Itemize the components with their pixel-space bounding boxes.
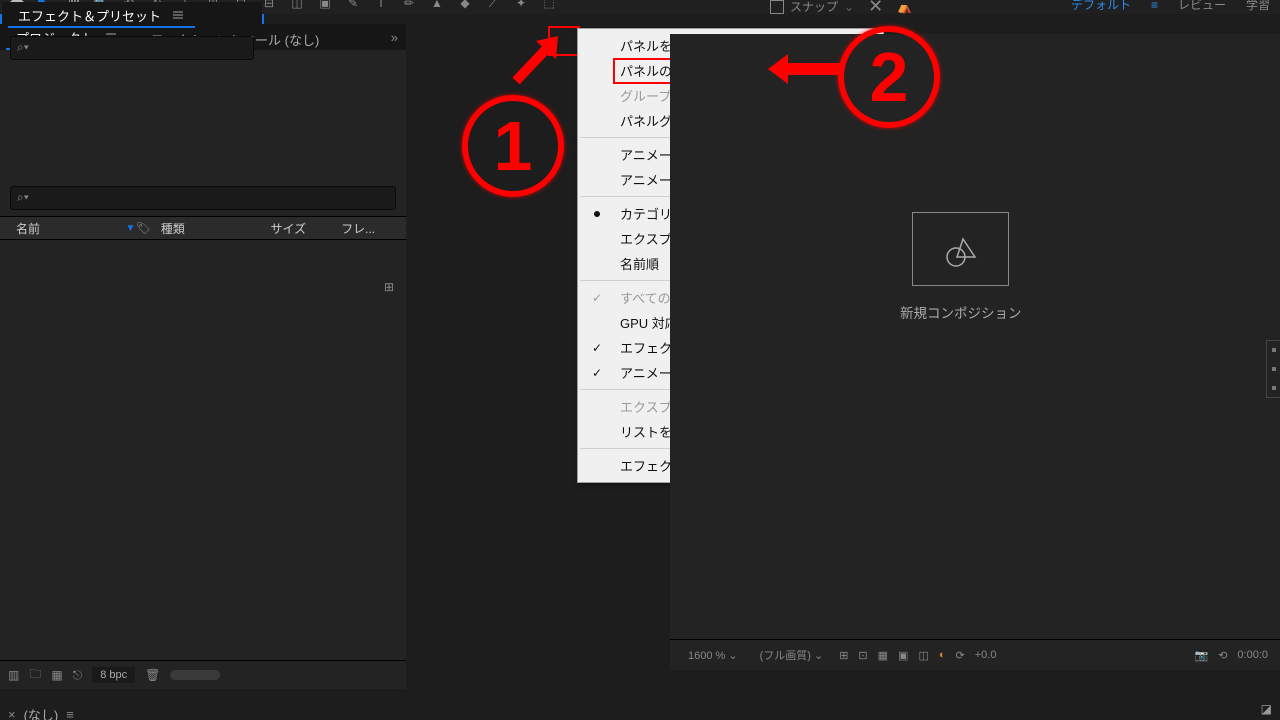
overflow-icon[interactable]: »: [391, 30, 398, 45]
tool-icon[interactable]: ◫: [288, 0, 306, 12]
new-composition-button[interactable]: 新規コンポジション: [900, 302, 1022, 322]
new-comp-from-fx-icon[interactable]: ◪: [1261, 702, 1272, 716]
delete-icon[interactable]: 🗑: [145, 668, 160, 682]
workspace-review[interactable]: レビュー: [1178, 0, 1226, 13]
timeline-tab-label: (なし): [24, 705, 59, 720]
footer-icon[interactable]: ▦: [878, 649, 888, 662]
workspace-default[interactable]: デフォルト: [1071, 0, 1131, 13]
checkbox-icon: [770, 0, 784, 14]
tab-effects-label: エフェクト＆プリセット: [18, 6, 161, 25]
progress-bar: [170, 670, 220, 680]
current-time[interactable]: 0:00:0: [1237, 649, 1268, 661]
col-framerate[interactable]: フレ...: [335, 220, 396, 237]
tool-icon[interactable]: ⟋: [484, 0, 502, 12]
tool-icon[interactable]: ✦: [512, 0, 530, 12]
footer-icon[interactable]: ◐: [939, 649, 946, 661]
col-size[interactable]: サイズ: [264, 220, 335, 237]
resolution[interactable]: (フル画質) ⌄: [754, 645, 830, 665]
radio-dot-icon: [594, 211, 600, 217]
tab-effects-presets[interactable]: エフェクト＆プリセット: [8, 1, 195, 28]
panel-menu-icon[interactable]: [171, 8, 185, 22]
new-comp-icon[interactable]: [912, 212, 1009, 286]
effects-search[interactable]: ⌕⁠▾: [10, 36, 254, 60]
pen-tool-icon[interactable]: ✎: [344, 0, 362, 12]
stamp-tool-icon[interactable]: ▲: [428, 0, 446, 12]
effects-search-input[interactable]: [11, 37, 257, 54]
check-icon: ✓: [592, 291, 602, 305]
composition-footer: 1600 % ⌄ (フル画質) ⌄ ⊞ ⊡ ▦ ▣ ◫ ◐ ⟳ +0.0 📷 ⟲…: [670, 639, 1280, 670]
new-comp-icon[interactable]: ▦: [51, 668, 62, 682]
zoom-level[interactable]: 1600 % ⌄: [682, 647, 744, 664]
text-tool-icon[interactable]: T: [372, 0, 390, 12]
footer-icon[interactable]: ⊞: [839, 649, 848, 662]
annotation-box-1: [548, 26, 580, 56]
col-type[interactable]: 種類: [155, 220, 265, 237]
annotation-number-1: 1: [462, 95, 564, 197]
composition-panel: 新規コンポジション 新規 1600 % ⌄ (フル画質) ⌄ ⊞ ⊡ ▦ ▣ ◫…: [670, 34, 1280, 670]
adjust-icon[interactable]: ⎋: [73, 668, 83, 683]
eraser-tool-icon[interactable]: ◆: [456, 0, 474, 12]
exposure[interactable]: +0.0: [975, 649, 997, 661]
sort-down-icon[interactable]: ▼: [126, 223, 136, 234]
col-name[interactable]: 名前: [10, 220, 130, 237]
workspace-learn[interactable]: 学習: [1246, 0, 1270, 13]
footer-icon[interactable]: ⟳: [956, 649, 965, 662]
tool-icon[interactable]: ⬚: [540, 0, 558, 12]
footer-icon[interactable]: ⟲: [1218, 649, 1227, 662]
project-panel: プロジェクト エフェクトコントロール (なし) » ⌕⁠▾ 名前 ▼ 🏷 種類 …: [0, 24, 406, 689]
search-icon: ⌕⁠▾: [17, 40, 29, 55]
color-depth[interactable]: 8 bpc: [92, 667, 135, 683]
side-dock[interactable]: [1266, 340, 1280, 398]
tag-icon: 🏷: [135, 221, 150, 235]
new-folder-icon[interactable]: 🗀: [29, 665, 41, 686]
check-icon: ✓: [592, 366, 602, 380]
tool-icon[interactable]: ▣: [316, 0, 334, 12]
footer-icon[interactable]: ◫: [918, 649, 928, 662]
interpret-footage-icon[interactable]: ▥: [8, 668, 19, 682]
project-column-headers: 名前 ▼ 🏷 種類 サイズ フレ...: [0, 216, 406, 240]
person-icon[interactable]: ⛺: [897, 0, 912, 14]
brush-tool-icon[interactable]: ✏: [400, 0, 418, 12]
panel-menu-icon[interactable]: ≡: [66, 707, 74, 720]
project-search-input[interactable]: [11, 187, 399, 204]
snap-label: スナップ: [790, 0, 838, 15]
camera-icon[interactable]: 📷: [1194, 649, 1208, 662]
footer-icon[interactable]: ⊡: [858, 649, 867, 662]
footer-icon[interactable]: ▣: [898, 649, 908, 662]
annotation-arrow-1: [506, 36, 566, 86]
workspace-menu-icon[interactable]: ≡: [1151, 0, 1158, 12]
project-search[interactable]: ⌕⁠▾: [10, 186, 396, 210]
snap-toggle[interactable]: スナップ ⌄ ✕ ⛺: [770, 0, 912, 17]
timeline-tab[interactable]: × (なし) ≡: [8, 705, 74, 720]
close-icon[interactable]: ✕: [868, 0, 883, 17]
search-icon: ⌕⁠▾: [17, 190, 29, 205]
flowchart-icon[interactable]: ⊞: [384, 280, 394, 294]
tool-icon[interactable]: ⊟: [260, 0, 278, 12]
check-icon: ✓: [592, 341, 602, 355]
close-tab-icon[interactable]: ×: [8, 707, 16, 720]
